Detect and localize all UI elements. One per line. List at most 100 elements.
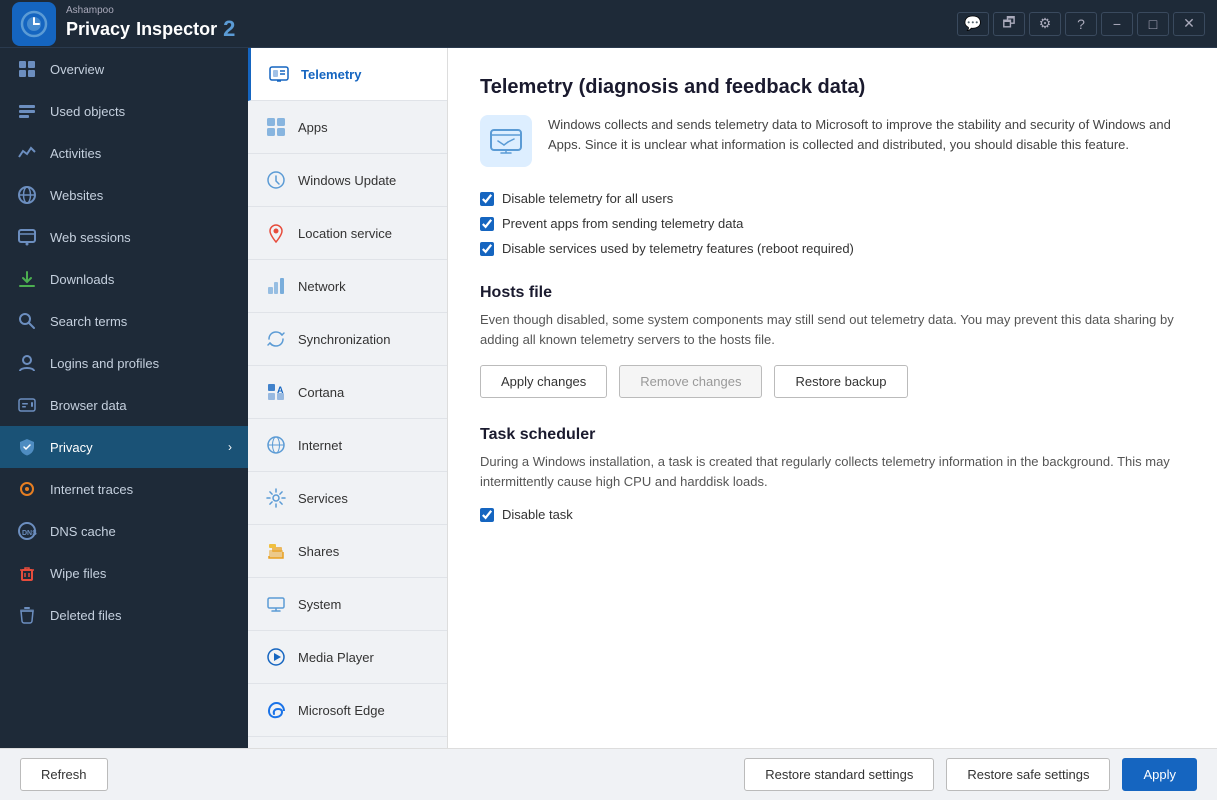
sub-nav-label-services: Services (298, 491, 348, 506)
sidebar-item-overview[interactable]: Overview (0, 48, 248, 90)
disable-telemetry-checkbox[interactable] (480, 192, 494, 206)
restore-safe-button[interactable]: Restore safe settings (946, 758, 1110, 791)
synchronization-subnav-icon (264, 327, 288, 351)
web-sessions-icon (16, 226, 38, 248)
bottom-bar: Refresh Restore standard settings Restor… (0, 748, 1217, 800)
sub-nav-item-services[interactable]: Services (248, 472, 447, 525)
sub-nav-label-network: Network (298, 279, 346, 294)
disable-task-checkbox[interactable] (480, 508, 494, 522)
sidebar-label-used-objects: Used objects (50, 104, 232, 119)
system-subnav-icon (264, 592, 288, 616)
hosts-file-buttons: Apply changes Remove changes Restore bac… (480, 365, 1185, 398)
network-subnav-icon (264, 274, 288, 298)
app-subtitle: Ashampoo (66, 5, 235, 16)
sub-nav-item-synchronization[interactable]: Synchronization (248, 313, 447, 366)
sub-nav-item-windows-update[interactable]: Windows Update (248, 154, 447, 207)
sidebar-item-deleted-files[interactable]: Deleted files (0, 594, 248, 636)
sidebar-item-logins[interactable]: Logins and profiles (0, 342, 248, 384)
privacy-icon (16, 436, 38, 458)
sidebar-item-wipe-files[interactable]: Wipe files (0, 552, 248, 594)
disable-telemetry-label: Disable telemetry for all users (502, 191, 673, 206)
title-bar: Ashampoo Privacy Inspector 2 💬 🗗 ⚙ ? − □… (0, 0, 1217, 48)
apply-changes-button[interactable]: Apply changes (480, 365, 607, 398)
sidebar-label-deleted-files: Deleted files (50, 608, 232, 623)
disable-task-label: Disable task (502, 507, 573, 522)
sidebar-item-internet-traces[interactable]: Internet traces (0, 468, 248, 510)
app-title: Privacy Inspector 2 (66, 16, 235, 42)
help-button[interactable]: ? (1065, 12, 1097, 36)
hosts-file-section: Hosts file Even though disabled, some sy… (480, 284, 1185, 398)
sidebar-item-web-sessions[interactable]: Web sessions (0, 216, 248, 258)
content-intro: Windows collects and sends telemetry dat… (480, 115, 1185, 167)
minimize-button[interactable]: − (1101, 12, 1133, 36)
websites-icon (16, 184, 38, 206)
remove-changes-button[interactable]: Remove changes (619, 365, 762, 398)
cortana-subnav-icon: A (264, 380, 288, 404)
sub-nav-item-media-player[interactable]: Media Player (248, 631, 447, 684)
sub-nav-label-location-service: Location service (298, 226, 392, 241)
sidebar-item-downloads[interactable]: Downloads (0, 258, 248, 300)
window-button[interactable]: 🗗 (993, 12, 1025, 36)
sub-nav-item-telemetry[interactable]: Telemetry (248, 48, 447, 101)
privacy-chevron-icon: › (228, 440, 232, 454)
microsoft-edge-subnav-icon (264, 698, 288, 722)
search-terms-icon (16, 310, 38, 332)
sub-nav-item-cortana[interactable]: A Cortana (248, 366, 447, 419)
shares-subnav-icon (264, 539, 288, 563)
disable-services-label: Disable services used by telemetry featu… (502, 241, 854, 256)
sidebar-item-activities[interactable]: Activities (0, 132, 248, 174)
sidebar-item-browser-data[interactable]: Browser data (0, 384, 248, 426)
sub-nav-label-windows-update: Windows Update (298, 173, 396, 188)
sidebar-label-activities: Activities (50, 146, 232, 161)
checkbox-row-disable-services: Disable services used by telemetry featu… (480, 241, 1185, 256)
task-scheduler-description: During a Windows installation, a task is… (480, 452, 1185, 491)
sidebar-label-browser-data: Browser data (50, 398, 232, 413)
sub-nav-item-network[interactable]: Network (248, 260, 447, 313)
page-title: Telemetry (diagnosis and feedback data) (480, 76, 1185, 99)
sidebar-item-used-objects[interactable]: Used objects (0, 90, 248, 132)
sidebar-label-downloads: Downloads (50, 272, 232, 287)
sub-nav-item-location-service[interactable]: Location service (248, 207, 447, 260)
location-service-subnav-icon (264, 221, 288, 245)
sub-nav-label-system: System (298, 597, 341, 612)
refresh-button[interactable]: Refresh (20, 758, 108, 791)
sidebar-label-logins: Logins and profiles (50, 356, 232, 371)
sidebar-label-web-sessions: Web sessions (50, 230, 232, 245)
apply-button[interactable]: Apply (1122, 758, 1197, 791)
restore-backup-button[interactable]: Restore backup (774, 365, 907, 398)
sub-nav-item-microsoft-edge[interactable]: Microsoft Edge (248, 684, 447, 737)
sub-nav-item-internet[interactable]: Internet (248, 419, 447, 472)
close-button[interactable]: ✕ (1173, 12, 1205, 36)
sub-nav: Telemetry Apps Windows Update (248, 48, 448, 748)
internet-traces-icon (16, 478, 38, 500)
sidebar-item-dns-cache[interactable]: DNS DNS cache (0, 510, 248, 552)
sidebar-label-websites: Websites (50, 188, 232, 203)
prevent-apps-checkbox[interactable] (480, 217, 494, 231)
sub-nav-item-system[interactable]: System (248, 578, 447, 631)
sub-nav-item-shares[interactable]: Shares (248, 525, 447, 578)
dns-cache-icon: DNS (16, 520, 38, 542)
settings-button[interactable]: ⚙ (1029, 12, 1061, 36)
sidebar-item-websites[interactable]: Websites (0, 174, 248, 216)
services-subnav-icon (264, 486, 288, 510)
sidebar-label-dns-cache: DNS cache (50, 524, 232, 539)
sidebar-item-search-terms[interactable]: Search terms (0, 300, 248, 342)
sub-nav-label-shares: Shares (298, 544, 339, 559)
checkbox-row-disable-task: Disable task (480, 507, 1185, 522)
checkbox-row-prevent-apps: Prevent apps from sending telemetry data (480, 216, 1185, 231)
wipe-files-icon (16, 562, 38, 584)
chat-button[interactable]: 💬 (957, 12, 989, 36)
disable-services-checkbox[interactable] (480, 242, 494, 256)
hosts-file-description: Even though disabled, some system compon… (480, 310, 1185, 349)
sub-nav-label-microsoft-edge: Microsoft Edge (298, 703, 385, 718)
sidebar-label-privacy: Privacy (50, 440, 216, 455)
sub-nav-item-apps[interactable]: Apps (248, 101, 447, 154)
logins-icon (16, 352, 38, 374)
checkbox-row-disable-telemetry: Disable telemetry for all users (480, 191, 1185, 206)
sidebar: Overview Used objects Activities (0, 48, 248, 748)
apps-subnav-icon (264, 115, 288, 139)
sidebar-item-privacy[interactable]: Privacy › (0, 426, 248, 468)
maximize-button[interactable]: □ (1137, 12, 1169, 36)
sidebar-label-internet-traces: Internet traces (50, 482, 232, 497)
restore-standard-button[interactable]: Restore standard settings (744, 758, 934, 791)
